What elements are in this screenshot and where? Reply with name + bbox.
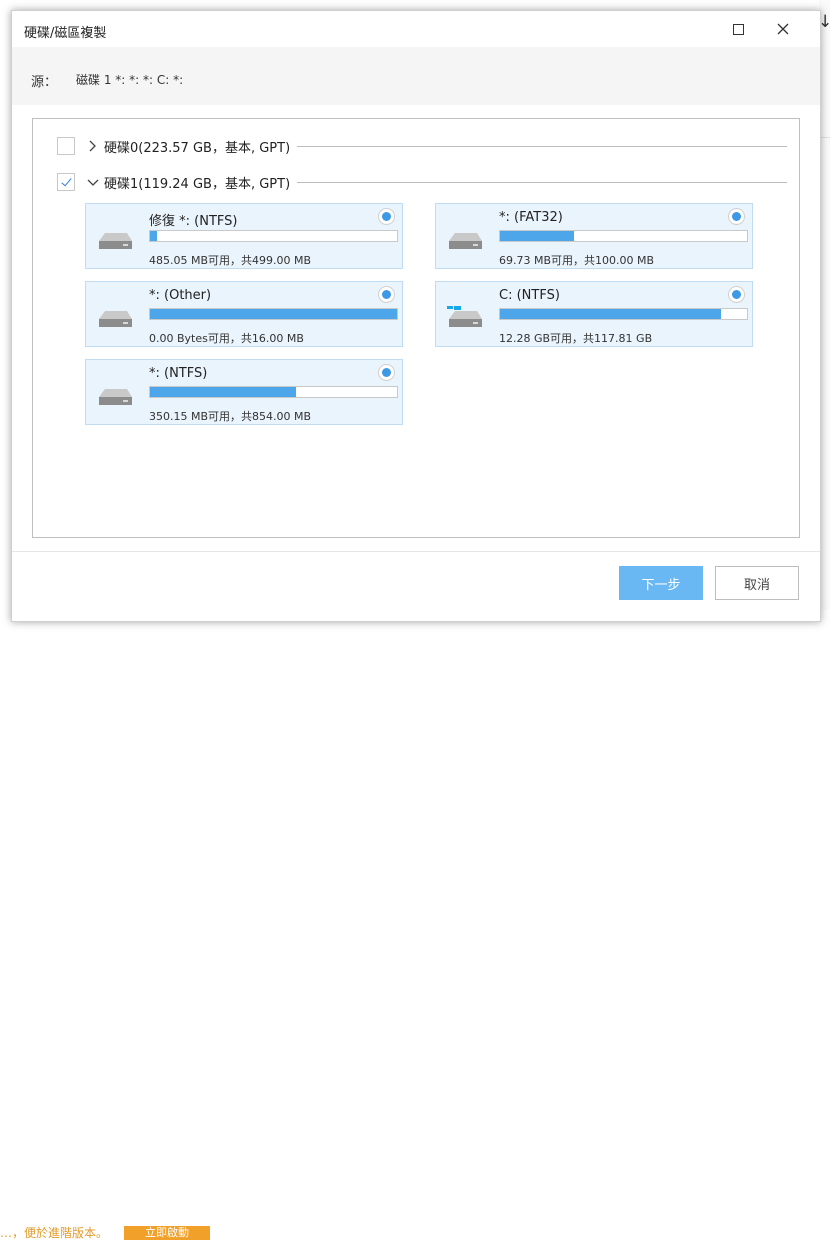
partition-card-3[interactable]: C: (NTFS) 12.28 GB可用，共117.81 GB xyxy=(435,281,753,347)
drive-icon xyxy=(449,233,482,249)
title-bar[interactable]: 硬碟/磁區複製 xyxy=(12,11,820,47)
partition-name: C: (NTFS) xyxy=(499,288,560,303)
drive-icon xyxy=(99,311,132,327)
close-button[interactable] xyxy=(762,13,804,45)
partition-info: 485.05 MB可用，共499.00 MB xyxy=(149,254,312,267)
partition-info: 0.00 Bytes可用，共16.00 MB xyxy=(149,332,304,345)
drive-icon xyxy=(99,389,132,405)
partition-info: 350.15 MB可用，共854.00 MB xyxy=(149,410,312,423)
partition-name: *: (Other) xyxy=(149,288,212,303)
cancel-button[interactable]: 取消 xyxy=(715,566,799,600)
next-button[interactable]: 下一步 xyxy=(619,566,703,600)
windows-drive-icon xyxy=(447,306,482,327)
disk-0-divider xyxy=(297,146,787,147)
partition-info: 12.28 GB可用，共117.81 GB xyxy=(499,332,653,345)
usage-bar xyxy=(149,386,398,398)
background-promo-text: …，便於進階版本。 xyxy=(0,1226,109,1240)
disk-list-panel: 硬碟0(223.57 GB，基本, GPT) 硬碟1(119.24 GB，基本,… xyxy=(32,118,800,538)
partition-name: *: (NTFS) xyxy=(149,366,208,381)
partition-card-2[interactable]: *: (Other) 0.00 Bytes可用，共16.00 MB xyxy=(85,281,403,347)
disk-row-1[interactable]: 硬碟1(119.24 GB，基本, GPT) xyxy=(57,172,787,194)
partition-radio[interactable] xyxy=(378,286,395,303)
disk-0-label: 硬碟0(223.57 GB，基本, GPT) xyxy=(104,137,297,156)
disk-row-0[interactable]: 硬碟0(223.57 GB，基本, GPT) xyxy=(57,136,787,158)
disk-1-label: 硬碟1(119.24 GB，基本, GPT) xyxy=(104,173,297,192)
partition-radio[interactable] xyxy=(728,286,745,303)
partition-name: 修復 *: (NTFS) xyxy=(149,214,238,229)
partition-radio[interactable] xyxy=(728,208,745,225)
disk-clone-dialog: 硬碟/磁區複製 源： 磁碟 1 *: *: *: C: *: 硬碟0(223.5… xyxy=(11,10,821,622)
partition-name: *: (FAT32) xyxy=(499,210,563,225)
disk-1-divider xyxy=(297,182,787,183)
usage-bar xyxy=(499,308,748,320)
chevron-right-icon[interactable] xyxy=(86,136,100,156)
usage-bar xyxy=(149,308,398,320)
maximize-icon xyxy=(732,23,744,35)
disk-1-checkbox[interactable] xyxy=(57,173,75,191)
partition-info: 69.73 MB可用，共100.00 MB xyxy=(499,254,655,267)
drive-icon xyxy=(99,233,132,249)
usage-bar xyxy=(149,230,398,242)
partition-card-4[interactable]: *: (NTFS) 350.15 MB可用，共854.00 MB xyxy=(85,359,403,425)
chevron-down-icon[interactable] xyxy=(86,172,100,192)
background-activate-button[interactable]: 立即啟動 xyxy=(124,1226,210,1240)
close-icon xyxy=(777,23,789,35)
partition-radio[interactable] xyxy=(378,208,395,225)
usage-bar xyxy=(499,230,748,242)
source-label: 源： xyxy=(31,75,58,90)
partition-card-1[interactable]: *: (FAT32) 69.73 MB可用，共100.00 MB xyxy=(435,203,753,269)
partition-radio[interactable] xyxy=(378,364,395,381)
maximize-button[interactable] xyxy=(717,13,759,45)
disk-0-checkbox[interactable] xyxy=(57,137,75,155)
source-bar: 源： 磁碟 1 *: *: *: C: *: xyxy=(12,47,820,105)
source-value: 磁碟 1 *: *: *: C: *: xyxy=(76,73,184,87)
partition-card-0[interactable]: 修復 *: (NTFS) 485.05 MB可用，共499.00 MB xyxy=(85,203,403,269)
footer-divider xyxy=(12,551,820,552)
dialog-title: 硬碟/磁區複製 xyxy=(24,26,107,41)
